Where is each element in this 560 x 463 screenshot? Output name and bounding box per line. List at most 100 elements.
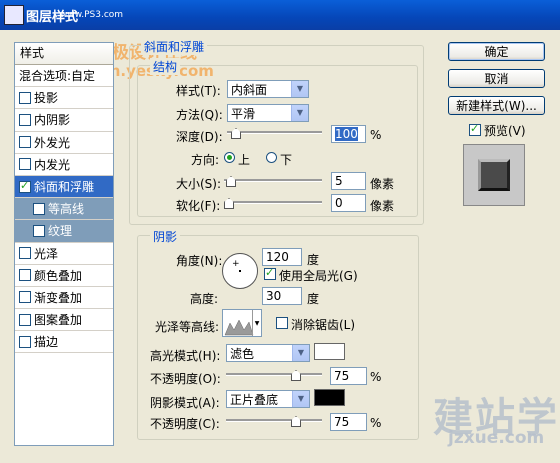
style-select[interactable]: 内斜面 ▼ (227, 80, 309, 98)
styles-list-item[interactable]: 斜面和浮雕 (15, 175, 113, 199)
altitude-label: 高度: (190, 292, 219, 306)
size-unit: 像素 (370, 177, 395, 191)
styles-list-header[interactable]: 样式 (15, 43, 113, 65)
styles-list-item-label: 混合选项:自定 (19, 69, 96, 84)
shadow-mode-label: 阴影模式(A): (150, 396, 220, 410)
highlight-mode-select[interactable]: 滤色 ▼ (226, 344, 310, 362)
soften-input[interactable]: 0 (331, 194, 366, 212)
depth-slider[interactable] (227, 128, 322, 139)
shadow-mode-value: 正片叠底 (230, 393, 279, 407)
styles-list-item[interactable]: 颜色叠加 (15, 265, 113, 287)
style-checkbox[interactable] (19, 313, 31, 326)
direction-up-label: 上 (238, 153, 251, 167)
size-slider-knob[interactable] (226, 176, 236, 187)
gloss-contour-picker[interactable]: ▼ (222, 309, 262, 337)
styles-list-item-label: 等高线 (48, 202, 85, 217)
gloss-contour-label: 光泽等高线: (155, 320, 220, 334)
styles-list: 样式 混合选项:自定投影内阴影外发光内发光斜面和浮雕等高线纹理光泽颜色叠加渐变叠… (14, 42, 114, 446)
title-watermark: www.PS3.com (60, 10, 124, 20)
altitude-input[interactable]: 30 (262, 287, 302, 305)
antialias-checkbox[interactable] (276, 317, 288, 329)
shadow-opacity-knob[interactable] (291, 416, 301, 427)
technique-select-value: 平滑 (231, 107, 256, 121)
styles-list-item[interactable]: 描边 (15, 331, 113, 354)
styles-list-item[interactable]: 投影 (15, 87, 113, 110)
preview-swatch (478, 159, 510, 191)
soften-slider-knob[interactable] (224, 198, 234, 209)
highlight-opacity-label: 不透明度(O): (150, 372, 221, 386)
direction-down-radio[interactable] (266, 152, 277, 163)
style-checkbox[interactable] (19, 179, 31, 193)
styles-list-item[interactable]: 外发光 (15, 132, 113, 154)
shadow-opacity-slider[interactable] (226, 416, 322, 427)
chevron-down-icon: ▼ (292, 345, 309, 361)
app-icon (4, 5, 24, 25)
depth-input[interactable]: 100 (331, 125, 366, 143)
highlight-color-swatch[interactable] (314, 343, 345, 360)
shadow-color-swatch[interactable] (314, 389, 345, 406)
highlight-opacity-input[interactable]: 75 (330, 367, 367, 385)
styles-list-item[interactable]: 内发光 (15, 154, 113, 176)
styles-list-item-label: 外发光 (34, 135, 71, 150)
global-light-checkbox[interactable] (264, 266, 276, 280)
direction-up-radio[interactable] (224, 152, 235, 163)
highlight-opacity-slider[interactable] (226, 370, 322, 381)
style-checkbox[interactable] (19, 269, 31, 282)
soften-unit: 像素 (370, 199, 395, 213)
angle-label: 角度(N): (176, 254, 223, 268)
styles-list-item[interactable]: 图案叠加 (15, 309, 113, 332)
style-checkbox[interactable] (19, 136, 31, 149)
style-checkbox[interactable] (33, 224, 45, 237)
angle-input[interactable]: 120 (262, 248, 302, 266)
style-checkbox[interactable] (19, 335, 31, 348)
angle-unit: 度 (307, 253, 320, 267)
cancel-button[interactable]: 取消 (448, 69, 545, 88)
new-style-button[interactable]: 新建样式(W)... (448, 96, 545, 115)
style-checkbox[interactable] (33, 202, 45, 215)
global-light-label: 使用全局光(G) (279, 269, 358, 283)
chevron-down-icon[interactable]: ▼ (252, 310, 261, 336)
technique-label: 方法(Q): (176, 108, 223, 122)
depth-slider-knob[interactable] (231, 128, 241, 139)
depth-unit: % (370, 128, 382, 142)
chevron-down-icon: ▼ (291, 81, 308, 97)
style-checkbox[interactable] (19, 158, 31, 171)
angle-dial[interactable]: + (222, 253, 258, 289)
style-checkbox[interactable] (19, 113, 31, 126)
shadow-mode-select[interactable]: 正片叠底 ▼ (226, 390, 310, 408)
size-label: 大小(S): (176, 177, 222, 191)
preview-thumbnail (463, 144, 525, 206)
depth-label: 深度(D): (176, 130, 223, 144)
highlight-mode-label: 高光模式(H): (150, 349, 221, 363)
angle-crosshair-icon: + (232, 259, 240, 269)
style-checkbox[interactable] (19, 291, 31, 304)
size-input[interactable]: 5 (331, 172, 366, 190)
styles-list-item-label: 投影 (34, 91, 59, 106)
technique-select[interactable]: 平滑 ▼ (227, 104, 309, 122)
soften-label: 软化(F): (176, 199, 221, 213)
shadow-opacity-input[interactable]: 75 (330, 413, 367, 431)
styles-list-item[interactable]: 等高线 (15, 198, 113, 221)
styles-list-item[interactable]: 渐变叠加 (15, 287, 113, 310)
style-checkbox[interactable] (19, 247, 31, 260)
soften-slider[interactable] (224, 198, 322, 209)
title-bar[interactable]: 图层样式 www.PS3.com (0, 0, 560, 30)
style-checkbox[interactable] (19, 91, 31, 104)
styles-list-item[interactable]: 混合选项:自定 (15, 65, 113, 88)
styles-list-item-label: 颜色叠加 (34, 268, 83, 283)
angle-center-dot (239, 270, 241, 272)
shadow-opacity-label: 不透明度(C): (150, 417, 220, 431)
style-label: 样式(T): (176, 84, 221, 98)
highlight-opacity-knob[interactable] (291, 370, 301, 381)
size-slider[interactable] (224, 176, 322, 187)
altitude-unit: 度 (307, 292, 320, 306)
layer-style-dialog: 图层样式 www.PS3.com 天极设计在线 design.yesky.com… (0, 0, 560, 463)
highlight-mode-value: 滤色 (230, 347, 255, 361)
highlight-opacity-unit: % (370, 370, 382, 384)
styles-list-item[interactable]: 光泽 (15, 243, 113, 265)
preview-label: 预览(V) (484, 124, 526, 138)
ok-button[interactable]: 确定 (448, 42, 545, 61)
styles-list-item[interactable]: 内阴影 (15, 109, 113, 132)
preview-checkbox[interactable] (469, 122, 481, 136)
styles-list-item[interactable]: 纹理 (15, 220, 113, 243)
